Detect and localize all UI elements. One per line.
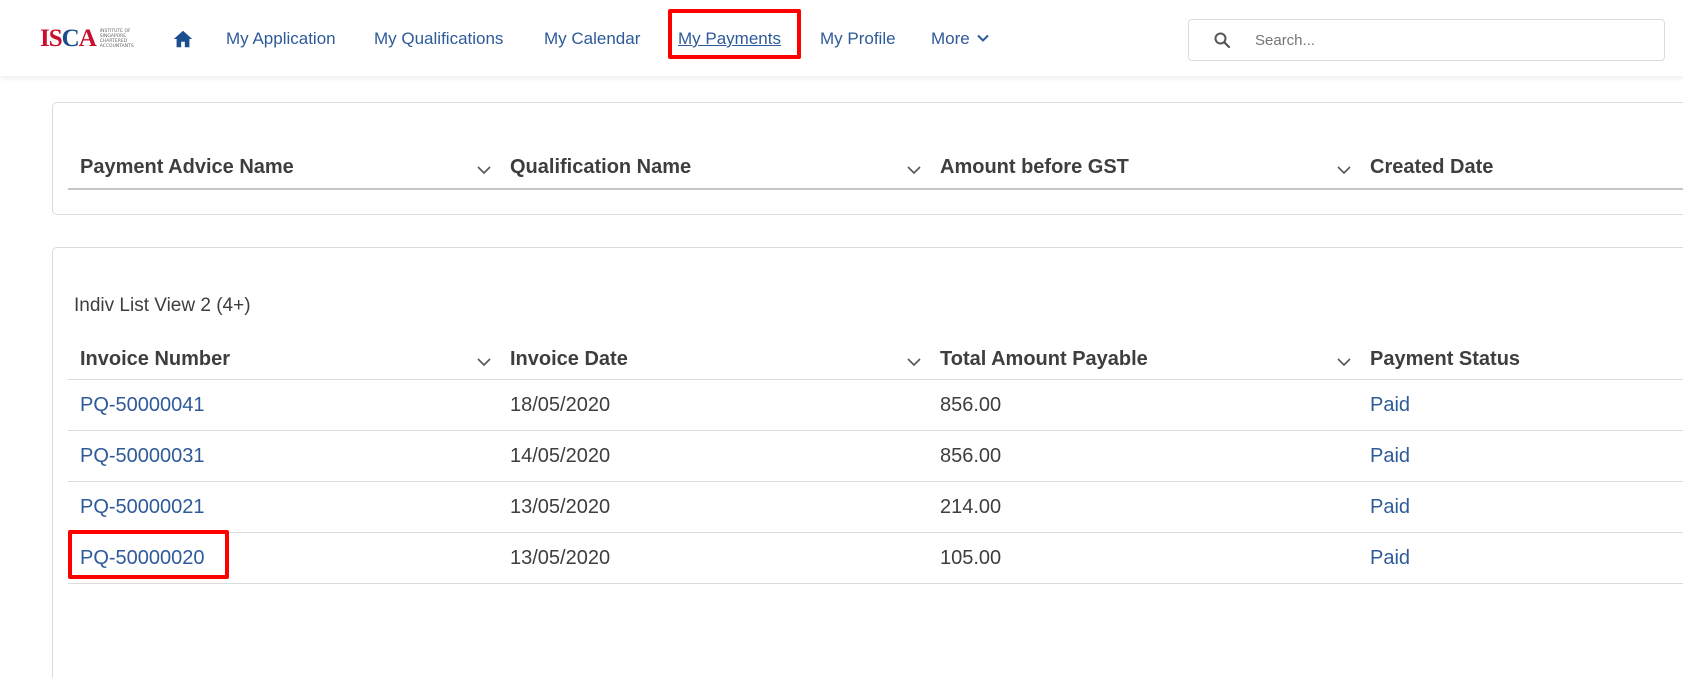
nav-more[interactable]: More xyxy=(931,26,990,52)
table-header-divider xyxy=(68,188,1683,190)
logo-subtext: Institute of Singapore Chartered Account… xyxy=(99,29,134,49)
total-amount-payable: 105.00 xyxy=(940,547,1002,569)
chevron-down-icon[interactable] xyxy=(1336,354,1352,370)
row-divider xyxy=(68,532,1683,533)
payment-status: Paid xyxy=(1370,394,1411,416)
column-header-payment-advice-name[interactable]: Payment Advice Name xyxy=(80,152,294,182)
invoice-date: 13/05/2020 xyxy=(510,547,611,569)
row-divider xyxy=(68,583,1683,584)
top-navigation-bar: ISCA Institute of Singapore Chartered Ac… xyxy=(0,0,1683,76)
invoice-number-link[interactable]: PQ-50000020 xyxy=(80,544,205,572)
table-header-divider xyxy=(68,379,1683,380)
payment-status: Paid xyxy=(1370,445,1411,467)
column-header-qualification-name[interactable]: Qualification Name xyxy=(510,152,691,182)
invoice-number-link[interactable]: PQ-50000031 xyxy=(80,442,205,470)
chevron-down-icon[interactable] xyxy=(1336,162,1352,178)
column-header-created-date[interactable]: Created Date xyxy=(1370,152,1493,182)
logo-text-ring: C xyxy=(61,25,80,52)
invoice-date: 13/05/2020 xyxy=(510,496,611,518)
column-header-total-amount-payable[interactable]: Total Amount Payable xyxy=(940,344,1148,374)
chevron-down-icon[interactable] xyxy=(906,162,922,178)
nav-my-payments[interactable]: My Payments xyxy=(678,26,781,52)
column-header-amount-before-gst[interactable]: Amount before GST xyxy=(940,152,1129,182)
logo-wordmark: ISCA xyxy=(40,25,97,53)
invoice-list-card xyxy=(52,247,1683,678)
column-header-invoice-number[interactable]: Invoice Number xyxy=(80,344,230,374)
chevron-down-icon xyxy=(977,34,989,42)
row-divider xyxy=(68,430,1683,431)
invoice-date: 14/05/2020 xyxy=(510,445,611,467)
total-amount-payable: 214.00 xyxy=(940,496,1002,518)
total-amount-payable: 856.00 xyxy=(940,394,1002,416)
search-input[interactable] xyxy=(1255,28,1645,52)
column-header-payment-status[interactable]: Payment Status xyxy=(1370,344,1520,374)
search-box[interactable] xyxy=(1188,19,1665,61)
invoice-number-link[interactable]: PQ-50000021 xyxy=(80,493,205,521)
home-icon[interactable] xyxy=(172,28,194,50)
row-divider xyxy=(68,481,1683,482)
nav-my-calendar[interactable]: My Calendar xyxy=(544,26,640,52)
column-header-invoice-date[interactable]: Invoice Date xyxy=(510,344,628,374)
nav-more-label: More xyxy=(931,29,970,48)
invoice-date: 18/05/2020 xyxy=(510,394,611,416)
chevron-down-icon[interactable] xyxy=(476,354,492,370)
list-view-title: Indiv List View 2 (4+) xyxy=(74,295,251,316)
chevron-down-icon[interactable] xyxy=(906,354,922,370)
nav-my-qualifications[interactable]: My Qualifications xyxy=(374,26,503,52)
payment-status: Paid xyxy=(1370,496,1411,518)
nav-my-application[interactable]: My Application xyxy=(226,26,336,52)
isca-logo[interactable]: ISCA Institute of Singapore Chartered Ac… xyxy=(40,25,140,53)
total-amount-payable: 856.00 xyxy=(940,445,1002,467)
nav-my-profile[interactable]: My Profile xyxy=(820,26,896,52)
invoice-number-link[interactable]: PQ-50000041 xyxy=(80,391,205,419)
payment-status: Paid xyxy=(1370,547,1411,569)
chevron-down-icon[interactable] xyxy=(476,162,492,178)
logo-text-right: A xyxy=(78,25,97,52)
search-icon xyxy=(1214,32,1231,49)
logo-text-left: IS xyxy=(40,25,63,52)
